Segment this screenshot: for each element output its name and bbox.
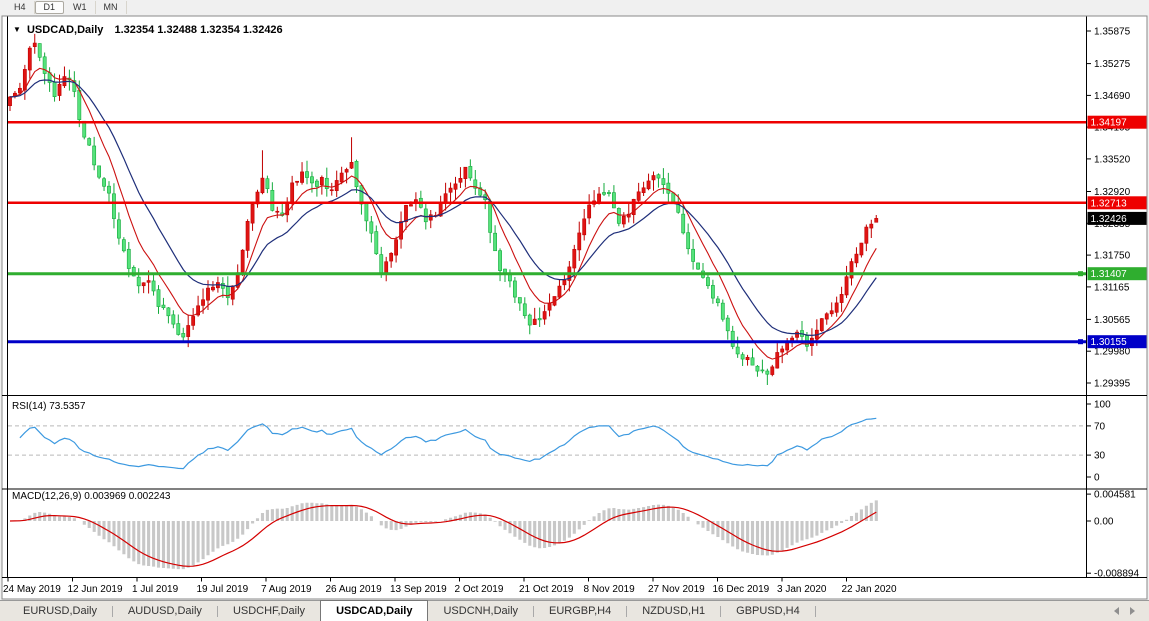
price-axis-label: 1.31165: [1094, 282, 1130, 293]
tab-nzdusd-h1[interactable]: NZDUSD,H1: [627, 601, 720, 621]
chart-title: ▼ USDCAD,Daily 1.32354 1.32488 1.32354 1…: [13, 24, 283, 36]
rsi-axis-label: 100: [1094, 400, 1111, 411]
tabs-scroll-right-icon[interactable]: [1130, 607, 1135, 615]
date-axis-label: 3 Jan 2020: [777, 584, 827, 595]
rsi-axis-label: 30: [1094, 451, 1106, 462]
chart-canvas[interactable]: 1.358751.352751.346901.341051.335201.329…: [0, 0, 1149, 621]
date-axis-label: 1 Jul 2019: [132, 584, 179, 595]
price-badge-label: 1.32713: [1091, 198, 1128, 209]
price-axis-label: 1.33520: [1094, 154, 1131, 165]
macd-indicator-label: MACD(12,26,9) 0.003969 0.002243: [12, 491, 170, 502]
date-axis-label: 21 Oct 2019: [519, 584, 574, 595]
price-badge-label: 1.32426: [1091, 214, 1128, 225]
date-axis-label: 7 Aug 2019: [261, 584, 312, 595]
price-badge-label: 1.31407: [1091, 269, 1128, 280]
date-axis-label: 24 May 2019: [3, 584, 61, 595]
hline-drag-handle[interactable]: [1078, 271, 1083, 276]
chart-menu-triangle-icon[interactable]: ▼: [13, 25, 21, 34]
price-axis-label: 1.35275: [1094, 59, 1131, 70]
chart-window-frame: [2, 16, 1147, 599]
price-axis-label: 1.34690: [1094, 91, 1131, 102]
price-axis-label: 1.29980: [1094, 347, 1131, 358]
price-axis-label: 1.35875: [1094, 27, 1131, 38]
date-axis-label: 19 Jul 2019: [197, 584, 249, 595]
macd-axis-label: 0.004581: [1094, 490, 1136, 501]
timeframe-toolbar: H4 D1 W1 MN: [0, 0, 1149, 15]
price-axis-label: 1.29395: [1094, 379, 1131, 390]
tab-usdchf-daily[interactable]: USDCHF,Daily: [218, 601, 320, 621]
date-axis-label: 13 Sep 2019: [390, 584, 447, 595]
hline-drag-handle[interactable]: [1078, 339, 1083, 344]
date-axis-label: 8 Nov 2019: [584, 584, 636, 595]
tab-usdcnh-daily[interactable]: USDCNH,Daily: [428, 601, 533, 621]
timeframe-d1-button[interactable]: D1: [35, 1, 65, 14]
tab-eurusd-daily[interactable]: EURUSD,Daily: [8, 601, 112, 621]
timeframe-mn-button[interactable]: MN: [96, 1, 127, 14]
tab-audusd-daily[interactable]: AUDUSD,Daily: [113, 601, 217, 621]
date-axis-label: 26 Aug 2019: [326, 584, 383, 595]
rsi-current-value: 73.5357: [49, 401, 85, 412]
date-axis-label: 12 Jun 2019: [68, 584, 123, 595]
rsi-axis-label: 0: [1094, 473, 1100, 484]
macd-axis-label: 0.00: [1094, 517, 1114, 528]
tabs-scroll-left-icon[interactable]: [1114, 607, 1119, 615]
price-badge-label: 1.34197: [1091, 118, 1128, 129]
macd-axis-label: -0.008894: [1094, 569, 1139, 580]
tab-eurgbp-h4[interactable]: EURGBP,H4: [534, 601, 626, 621]
chart-ohlc-values: 1.32354 1.32488 1.32354 1.32426: [114, 24, 282, 36]
rsi-indicator-label: RSI(14) 73.5357: [12, 401, 85, 412]
tab-usdcad-daily[interactable]: USDCAD,Daily: [320, 600, 428, 621]
timeframe-w1-button[interactable]: W1: [65, 1, 96, 14]
symbol-tabbar: EURUSD,Daily AUDUSD,Daily USDCHF,Daily U…: [0, 600, 1149, 621]
tab-gbpusd-h4[interactable]: GBPUSD,H4: [721, 601, 815, 621]
price-axis-label: 1.31750: [1094, 251, 1131, 262]
price-badge-label: 1.30155: [1091, 337, 1128, 348]
date-axis-label: 2 Oct 2019: [455, 584, 504, 595]
date-axis-label: 16 Dec 2019: [713, 584, 770, 595]
chart-symbol-label: USDCAD,Daily: [27, 24, 103, 36]
tab-scroll-arrows: [1114, 601, 1149, 621]
price-axis-label: 1.30565: [1094, 315, 1131, 326]
tab-separator: [815, 606, 816, 617]
date-axis-label: 22 Jan 2020: [842, 584, 897, 595]
timeframe-h4-button[interactable]: H4: [6, 1, 35, 14]
rsi-axis-label: 70: [1094, 421, 1106, 432]
macd-current-values: 0.003969 0.002243: [84, 491, 170, 502]
date-axis-label: 27 Nov 2019: [648, 584, 705, 595]
